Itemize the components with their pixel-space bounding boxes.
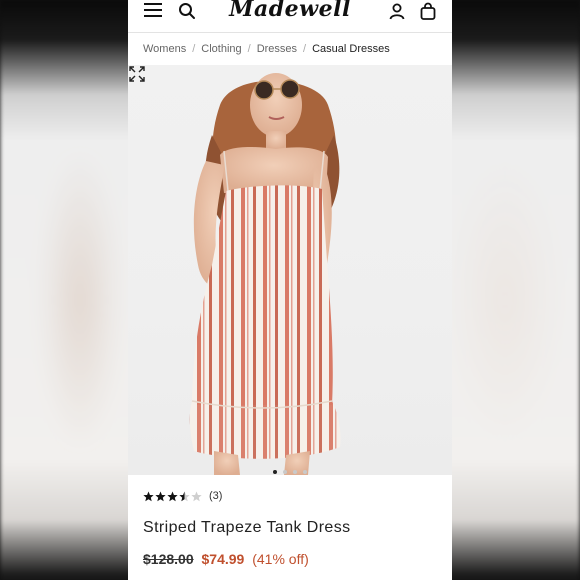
pagination-dot[interactable] [293, 470, 297, 474]
star-filled-icon [167, 491, 178, 501]
breadcrumb-link-womens[interactable]: Womens [143, 43, 186, 55]
site-header: Madewell [128, 0, 452, 33]
product-rating[interactable]: (3) [143, 487, 437, 505]
review-count[interactable]: (3) [209, 490, 222, 502]
background-blur-patch [40, 150, 120, 450]
pagination-dot[interactable] [283, 470, 287, 474]
breadcrumb-link-casual-dresses[interactable]: Casual Dresses [312, 43, 390, 55]
discount-label: (41% off) [252, 551, 309, 567]
mobile-page: Madewell Womens / Clothing / Dresses / C… [128, 0, 452, 580]
product-image-gallery[interactable] [128, 65, 452, 475]
star-filled-icon [155, 491, 166, 501]
star-empty-icon [191, 491, 202, 501]
sale-price: $74.99 [201, 551, 245, 567]
breadcrumb-link-dresses[interactable]: Dresses [257, 43, 297, 55]
original-price: $128.00 [143, 551, 194, 567]
breadcrumb-link-clothing[interactable]: Clothing [201, 43, 241, 55]
breadcrumb-separator: / [247, 43, 251, 55]
expand-icon[interactable] [128, 65, 146, 83]
breadcrumb-separator: / [192, 43, 196, 55]
pagination-dot[interactable] [303, 470, 307, 474]
star-filled-icon [143, 491, 154, 501]
price-row: $128.00 $74.99 (41% off) [143, 551, 437, 567]
star-half-icon [179, 491, 190, 501]
breadcrumb-separator: / [303, 43, 307, 55]
shopping-bag-icon[interactable] [419, 2, 437, 20]
product-photo [189, 73, 341, 475]
product-title: Striped Trapeze Tank Dress [143, 519, 351, 536]
user-icon[interactable] [388, 2, 406, 20]
product-info: (3) Striped Trapeze Tank Dress $128.00 $… [128, 475, 452, 567]
breadcrumb: Womens / Clothing / Dresses / Casual Dre… [128, 33, 452, 65]
image-pagination [128, 461, 452, 475]
background-blur-patch [450, 160, 560, 440]
pagination-dot[interactable] [273, 470, 277, 474]
